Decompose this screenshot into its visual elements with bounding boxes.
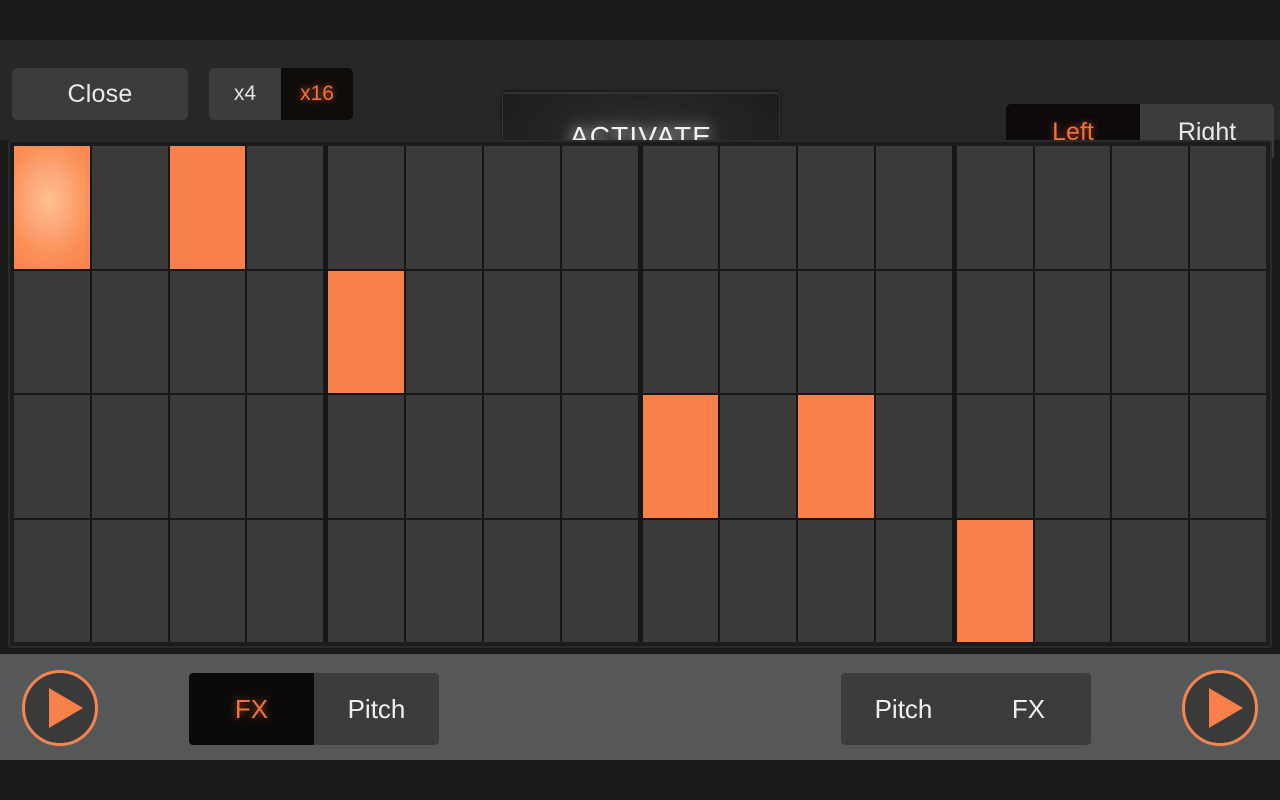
sequencer-row xyxy=(14,271,1266,394)
sequencer-cell[interactable] xyxy=(247,271,323,394)
sequencer-row xyxy=(14,520,1266,643)
sequencer-cell[interactable] xyxy=(406,146,482,269)
sequencer-cell[interactable] xyxy=(957,271,1033,394)
sequencer-cell[interactable] xyxy=(720,271,796,394)
sequencer-cell[interactable] xyxy=(406,271,482,394)
multiplier-option-x4-label: x4 xyxy=(234,82,256,106)
sequencer-cell[interactable] xyxy=(1190,271,1266,394)
sequencer-cell[interactable] xyxy=(247,146,323,269)
right-mode-toggle-group: Pitch FX xyxy=(841,673,1091,745)
sequencer-cell[interactable] xyxy=(92,146,168,269)
right-mode-option-pitch[interactable]: Pitch xyxy=(841,673,966,745)
sequencer-cell[interactable] xyxy=(876,146,952,269)
sequencer-cell[interactable] xyxy=(1035,395,1111,518)
sequencer-cell-active[interactable] xyxy=(643,395,719,518)
app-root: Close x4 x16 ACTIVATE Left Right xyxy=(0,0,1280,800)
sequencer-cell[interactable] xyxy=(643,146,719,269)
sequencer-cell[interactable] xyxy=(720,146,796,269)
sequencer-cell-active[interactable] xyxy=(957,520,1033,643)
sequencer-cell[interactable] xyxy=(562,271,638,394)
sequencer-cell[interactable] xyxy=(170,271,246,394)
sequencer-cell[interactable] xyxy=(1112,395,1188,518)
sequencer-cell[interactable] xyxy=(957,395,1033,518)
multiplier-option-x16[interactable]: x16 xyxy=(281,68,353,120)
sequencer-cell[interactable] xyxy=(328,146,404,269)
sequencer-cell[interactable] xyxy=(720,520,796,643)
close-button[interactable]: Close xyxy=(12,68,188,120)
sequencer-row xyxy=(14,146,1266,269)
sequencer-cell[interactable] xyxy=(957,146,1033,269)
sequencer-cell[interactable] xyxy=(328,520,404,643)
sequencer-cell[interactable] xyxy=(798,520,874,643)
sequencer-cell[interactable] xyxy=(562,395,638,518)
sequencer-cell-active[interactable] xyxy=(328,271,404,394)
sequencer-cell[interactable] xyxy=(798,146,874,269)
sequencer-cell[interactable] xyxy=(876,395,952,518)
sequencer-cell[interactable] xyxy=(247,395,323,518)
left-mode-option-pitch[interactable]: Pitch xyxy=(314,673,439,745)
sequencer-frame xyxy=(8,140,1272,648)
left-mode-toggle-group: FX Pitch xyxy=(189,673,439,745)
right-mode-option-fx[interactable]: FX xyxy=(966,673,1091,745)
sequencer-cell[interactable] xyxy=(406,520,482,643)
sequencer-cell[interactable] xyxy=(1035,271,1111,394)
sequencer-cell[interactable] xyxy=(1112,520,1188,643)
sequencer-cell[interactable] xyxy=(14,395,90,518)
sequencer-cell-active[interactable] xyxy=(798,395,874,518)
header-bar: Close x4 x16 ACTIVATE Left Right xyxy=(0,40,1280,140)
right-mode-option-pitch-label: Pitch xyxy=(875,694,933,725)
top-bezel xyxy=(0,0,1280,40)
sequencer-cell[interactable] xyxy=(170,395,246,518)
sequencer-cell[interactable] xyxy=(92,520,168,643)
multiplier-toggle-group: x4 x16 xyxy=(209,68,353,120)
sequencer-cell[interactable] xyxy=(876,520,952,643)
sequencer-cell[interactable] xyxy=(562,146,638,269)
play-button-right[interactable] xyxy=(1182,670,1258,746)
sequencer-cell[interactable] xyxy=(562,520,638,643)
sequencer-cell-active[interactable] xyxy=(14,146,90,269)
sequencer-row xyxy=(14,395,1266,518)
sequencer-cell[interactable] xyxy=(92,271,168,394)
sequencer-cell[interactable] xyxy=(1190,520,1266,643)
sequencer-cell[interactable] xyxy=(720,395,796,518)
sequencer-cell[interactable] xyxy=(643,520,719,643)
left-mode-option-fx-label: FX xyxy=(235,694,268,725)
sequencer-cell[interactable] xyxy=(92,395,168,518)
sequencer-grid[interactable] xyxy=(14,146,1266,642)
sequencer-cell-active[interactable] xyxy=(170,146,246,269)
sequencer-cell[interactable] xyxy=(14,520,90,643)
multiplier-option-x4[interactable]: x4 xyxy=(209,68,281,120)
bottom-bezel xyxy=(0,760,1280,800)
left-mode-option-pitch-label: Pitch xyxy=(348,694,406,725)
bottom-toolbar: FX Pitch Pitch FX xyxy=(0,652,1280,760)
sequencer-cell[interactable] xyxy=(406,395,482,518)
sequencer-cell[interactable] xyxy=(643,271,719,394)
sequencer-cell[interactable] xyxy=(1190,146,1266,269)
sequencer-cell[interactable] xyxy=(1190,395,1266,518)
multiplier-option-x16-label: x16 xyxy=(300,82,334,106)
sequencer-cell[interactable] xyxy=(798,271,874,394)
sequencer-cell[interactable] xyxy=(1112,271,1188,394)
play-icon xyxy=(1209,688,1243,728)
left-mode-option-fx[interactable]: FX xyxy=(189,673,314,745)
sequencer-cell[interactable] xyxy=(170,520,246,643)
sequencer-cell[interactable] xyxy=(1112,146,1188,269)
sequencer-cell[interactable] xyxy=(14,271,90,394)
play-icon xyxy=(49,688,83,728)
sequencer-cell[interactable] xyxy=(1035,520,1111,643)
close-button-label: Close xyxy=(68,80,133,109)
sequencer-cell[interactable] xyxy=(484,395,560,518)
right-mode-option-fx-label: FX xyxy=(1012,694,1045,725)
sequencer-cell[interactable] xyxy=(484,146,560,269)
sequencer-cell[interactable] xyxy=(484,271,560,394)
play-button-left[interactable] xyxy=(22,670,98,746)
sequencer-cell[interactable] xyxy=(328,395,404,518)
sequencer-cell[interactable] xyxy=(247,520,323,643)
sequencer-cell[interactable] xyxy=(1035,146,1111,269)
sequencer-cell[interactable] xyxy=(484,520,560,643)
sequencer-cell[interactable] xyxy=(876,271,952,394)
